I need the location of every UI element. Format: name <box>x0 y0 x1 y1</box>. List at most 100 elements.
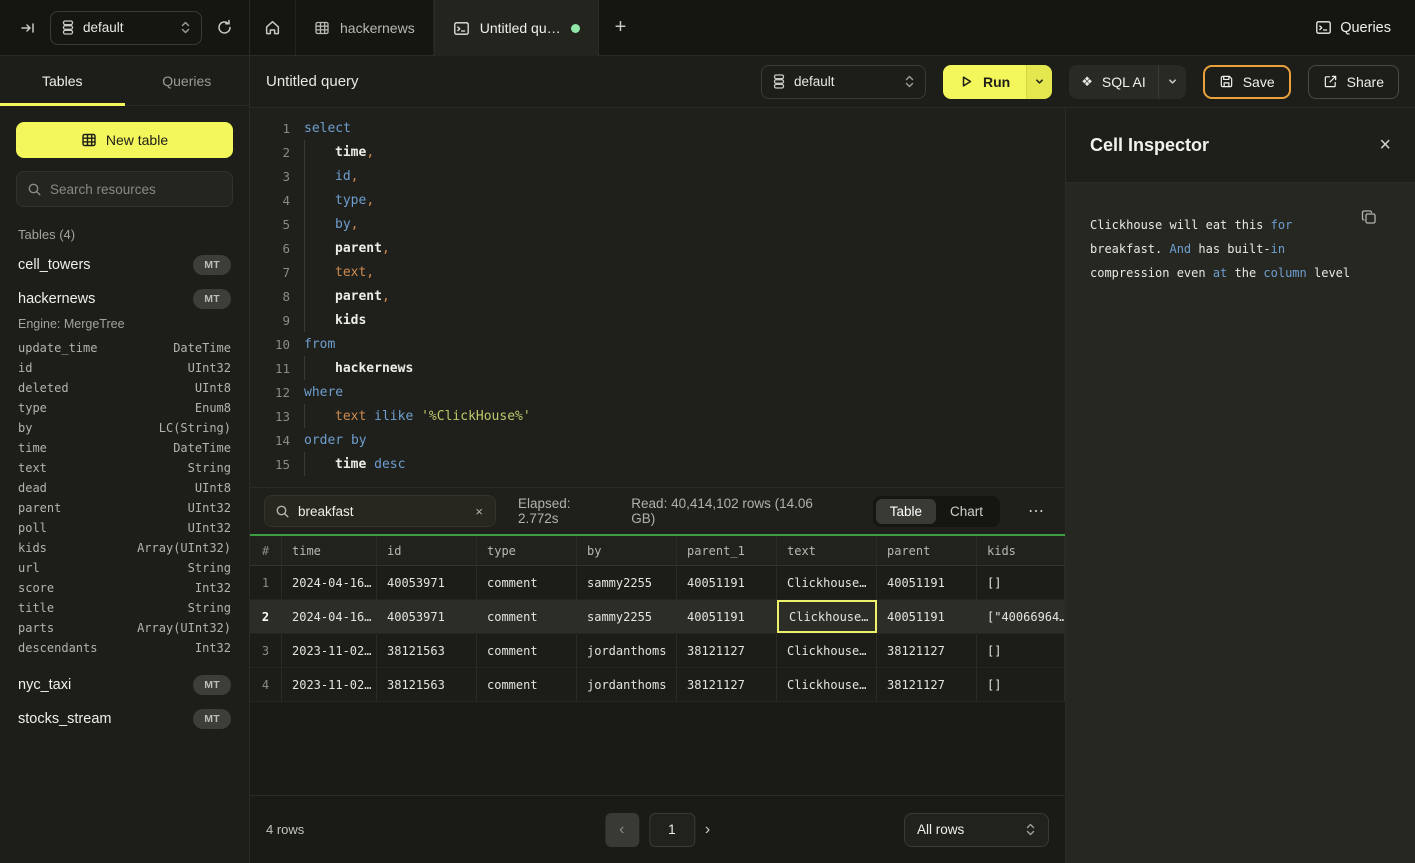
table-cell[interactable]: 40051191 <box>877 600 977 633</box>
sidebar-search-input[interactable] <box>50 182 222 197</box>
table-cell[interactable]: 40053971 <box>377 600 477 633</box>
table-cell[interactable]: ["40066964… <box>977 600 1065 633</box>
sidebar-tab-tables[interactable]: Tables <box>0 56 125 105</box>
table-cell[interactable]: sammy2255 <box>577 600 677 633</box>
column-header[interactable]: type <box>477 536 577 565</box>
table-cell[interactable]: jordanthoms <box>577 634 677 667</box>
tab-home[interactable] <box>250 0 296 55</box>
queries-button[interactable]: Queries <box>1315 0 1415 55</box>
table-cell[interactable]: 38121127 <box>877 634 977 667</box>
table-cell[interactable]: Clickhouse… <box>777 634 877 667</box>
view-toggle-chart[interactable]: Chart <box>936 499 997 524</box>
new-table-button[interactable]: New table <box>16 122 233 158</box>
sql-editor[interactable]: 1select2time,3id,4type,5by,6parent,7text… <box>250 108 1065 488</box>
new-tab-button[interactable]: + <box>599 0 643 55</box>
refresh-icon[interactable] <box>212 15 237 40</box>
column-header[interactable]: # <box>250 536 282 565</box>
table-cell[interactable]: 40051191 <box>677 566 777 599</box>
table-cell[interactable]: 40053971 <box>377 566 477 599</box>
table-cell[interactable]: 2024-04-16… <box>282 566 377 599</box>
column-header[interactable]: text <box>777 536 877 565</box>
run-button[interactable]: Run <box>943 65 1026 99</box>
close-icon[interactable]: × <box>1379 135 1391 155</box>
table-cell[interactable]: 2023-11-02… <box>282 634 377 667</box>
table-cell[interactable]: [] <box>977 634 1065 667</box>
column-name: text <box>18 461 47 475</box>
column-header[interactable]: by <box>577 536 677 565</box>
highlighted-word: at <box>1213 266 1227 280</box>
table-cell[interactable]: jordanthoms <box>577 668 677 701</box>
elapsed-text: Elapsed: 2.772s <box>518 496 609 526</box>
column-row: pollUInt32 <box>16 518 233 538</box>
table-cell[interactable]: 38121563 <box>377 668 477 701</box>
sidebar-item-nyc-taxi[interactable]: nyc_taxi MT <box>16 668 233 702</box>
cell-inspector-header: Cell Inspector × <box>1066 108 1415 183</box>
run-options-button[interactable] <box>1026 65 1052 99</box>
table-cell[interactable]: comment <box>477 668 577 701</box>
table-cell[interactable]: 38121127 <box>877 668 977 701</box>
table-cell[interactable]: 38121127 <box>677 668 777 701</box>
column-name: by <box>18 421 32 435</box>
indent-guide <box>304 236 335 260</box>
table-row: 32023-11-02…38121563commentjordanthoms38… <box>250 634 1065 668</box>
clear-search-icon[interactable]: × <box>473 504 485 519</box>
table-cell[interactable]: Clickhouse… <box>777 600 877 633</box>
code-line: 10from <box>250 332 1065 356</box>
column-type: Array(UInt32) <box>137 541 231 555</box>
more-options-icon[interactable]: ⋯ <box>1022 497 1051 525</box>
tab-untitled-query[interactable]: Untitled qu… <box>434 0 599 56</box>
query-database-selector[interactable]: default <box>761 65 926 99</box>
sidebar-item-stocks-stream[interactable]: stocks_stream MT <box>16 702 233 736</box>
row-number-cell: 4 <box>250 668 282 701</box>
code-token: text, <box>335 265 374 280</box>
results-search-input[interactable] <box>298 504 465 519</box>
plain-text: compression even <box>1090 266 1213 280</box>
sql-ai-options-button[interactable] <box>1158 65 1186 99</box>
table-cell[interactable]: [] <box>977 566 1065 599</box>
table-cell[interactable]: comment <box>477 634 577 667</box>
table-cell[interactable]: [] <box>977 668 1065 701</box>
page-size-selector[interactable]: All rows <box>904 813 1049 847</box>
column-header[interactable]: parent_1 <box>677 536 777 565</box>
column-type: String <box>188 601 231 615</box>
table-cell[interactable]: Clickhouse… <box>777 668 877 701</box>
table-cell[interactable]: 40051191 <box>877 566 977 599</box>
column-header[interactable]: kids <box>977 536 1065 565</box>
table-cell[interactable]: 2023-11-02… <box>282 668 377 701</box>
table-cell[interactable]: 40051191 <box>677 600 777 633</box>
column-header[interactable]: time <box>282 536 377 565</box>
share-label: Share <box>1347 74 1384 90</box>
tab-untitled-label: Untitled qu… <box>480 20 561 36</box>
view-toggle: Table Chart <box>873 496 1000 527</box>
table-cell[interactable]: 38121127 <box>677 634 777 667</box>
database-selector[interactable]: default <box>50 11 202 45</box>
code-line: 5by, <box>250 212 1065 236</box>
collapse-sidebar-icon[interactable] <box>16 16 40 40</box>
next-page-button[interactable]: › <box>705 821 710 839</box>
table-cell[interactable]: comment <box>477 566 577 599</box>
tab-hackernews[interactable]: hackernews <box>296 0 434 55</box>
previous-page-button[interactable]: ‹ <box>605 813 639 847</box>
column-header[interactable]: parent <box>877 536 977 565</box>
table-cell[interactable]: sammy2255 <box>577 566 677 599</box>
code-token: hackernews <box>335 361 413 376</box>
column-header[interactable]: id <box>377 536 477 565</box>
view-toggle-table[interactable]: Table <box>876 499 936 524</box>
table-cell[interactable]: comment <box>477 600 577 633</box>
line-number: 14 <box>250 433 290 448</box>
table-cell[interactable]: Clickhouse… <box>777 566 877 599</box>
sidebar-item-hackernews[interactable]: hackernews MT <box>16 282 233 316</box>
sql-ai-button[interactable]: ❖ SQL AI <box>1069 74 1158 90</box>
copy-icon[interactable] <box>1361 209 1377 225</box>
page-number-input[interactable] <box>649 813 695 847</box>
table-cell[interactable]: 38121563 <box>377 634 477 667</box>
tab-bar: hackernews Untitled qu… + <box>250 0 642 55</box>
save-button[interactable]: Save <box>1203 65 1291 99</box>
share-button[interactable]: Share <box>1308 65 1399 99</box>
engine-badge: MT <box>193 675 231 695</box>
column-name: parent <box>18 501 61 515</box>
sidebar-item-cell-towers[interactable]: cell_towers MT <box>16 248 233 282</box>
sidebar-tab-queries[interactable]: Queries <box>125 56 250 105</box>
code-token: parent <box>335 289 382 304</box>
table-cell[interactable]: 2024-04-16… <box>282 600 377 633</box>
